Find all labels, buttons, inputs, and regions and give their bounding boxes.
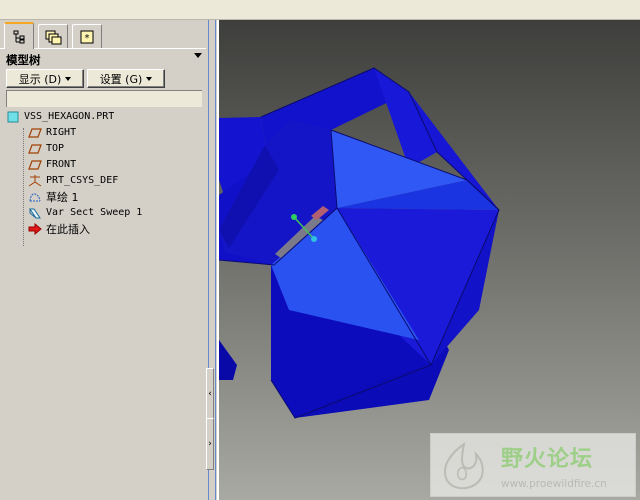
chevron-down-icon <box>146 76 153 81</box>
forum-watermark: 野火论坛 www.proewildfire.cn <box>430 433 636 497</box>
tree-item-label: Var Sect Sweep 1 <box>46 207 143 218</box>
tree-item-insert-here[interactable]: 在此插入 <box>28 221 90 236</box>
settings-button[interactable]: 设置 (G) <box>87 69 165 88</box>
show-button[interactable]: 显示 (D) <box>6 69 84 88</box>
tree-item-label: RIGHT <box>46 127 77 138</box>
tree-item-csys[interactable]: PRT_CSYS_DEF <box>28 173 118 188</box>
tab-folder-browser[interactable] <box>38 24 68 48</box>
tree-item-sweep[interactable]: Var Sect Sweep 1 <box>28 205 142 220</box>
tab-favorites[interactable]: * <box>72 24 102 48</box>
chevron-right-icon: › <box>208 439 212 449</box>
trajectory-start-point <box>291 214 297 220</box>
tree-connector-line <box>23 128 24 246</box>
folder-browser-icon <box>44 29 62 45</box>
navigator-panel: * 模型树 显示 (D) 设置 (G) VSS_HEXAGON.PRT RIGH… <box>0 20 206 500</box>
watermark-title: 野火论坛 <box>501 447 594 472</box>
favorites-icon: * <box>79 29 95 45</box>
trajectory-end-point <box>311 236 317 242</box>
chevron-down-icon <box>65 76 72 81</box>
tree-item-label: FRONT <box>46 159 77 170</box>
tab-model-tree[interactable] <box>4 22 34 49</box>
tree-item-label: TOP <box>46 143 65 154</box>
tree-item-label: VSS_HEXAGON.PRT <box>24 111 115 122</box>
datum-plane-icon <box>28 142 42 156</box>
show-button-label: 显示 (D) <box>18 72 62 86</box>
svg-text:*: * <box>85 33 90 44</box>
model-tree-icon <box>11 29 27 45</box>
collapse-left-button[interactable]: ‹ <box>206 368 214 420</box>
chevron-left-icon: ‹ <box>208 389 212 399</box>
expand-right-button[interactable]: › <box>206 418 214 470</box>
datum-plane-icon <box>28 158 42 172</box>
tree-item-label: PRT_CSYS_DEF <box>46 175 119 186</box>
settings-button-label: 设置 (G) <box>99 72 143 86</box>
tree-column-header <box>6 90 202 107</box>
tree-item-label: 在此插入 <box>46 222 90 236</box>
watermark-url: www.proewildfire.cn <box>501 478 607 490</box>
graphics-viewport[interactable] <box>219 20 640 500</box>
tree-item-label: 草绘 1 <box>46 190 79 204</box>
panel-menu-arrow-icon[interactable] <box>194 53 202 58</box>
tree-item-right[interactable]: RIGHT <box>28 125 76 140</box>
fire-logo-icon <box>444 441 484 490</box>
part-icon <box>6 110 20 124</box>
panel-title: 模型树 <box>6 53 41 67</box>
tree-item-front[interactable]: FRONT <box>28 157 76 172</box>
tree-item-root[interactable]: VSS_HEXAGON.PRT <box>6 109 114 124</box>
sweep-feature-icon <box>28 206 42 220</box>
coordinate-system-icon <box>28 174 42 188</box>
insert-here-arrow-icon <box>28 222 42 236</box>
top-toolbar-strip <box>0 0 640 20</box>
sketch-icon <box>28 190 42 204</box>
tree-item-sketch[interactable]: 草绘 1 <box>28 189 79 204</box>
hexagon-model <box>219 67 500 419</box>
tree-item-top[interactable]: TOP <box>28 141 64 156</box>
datum-plane-icon <box>28 126 42 140</box>
navigator-tabs: * <box>0 20 206 49</box>
